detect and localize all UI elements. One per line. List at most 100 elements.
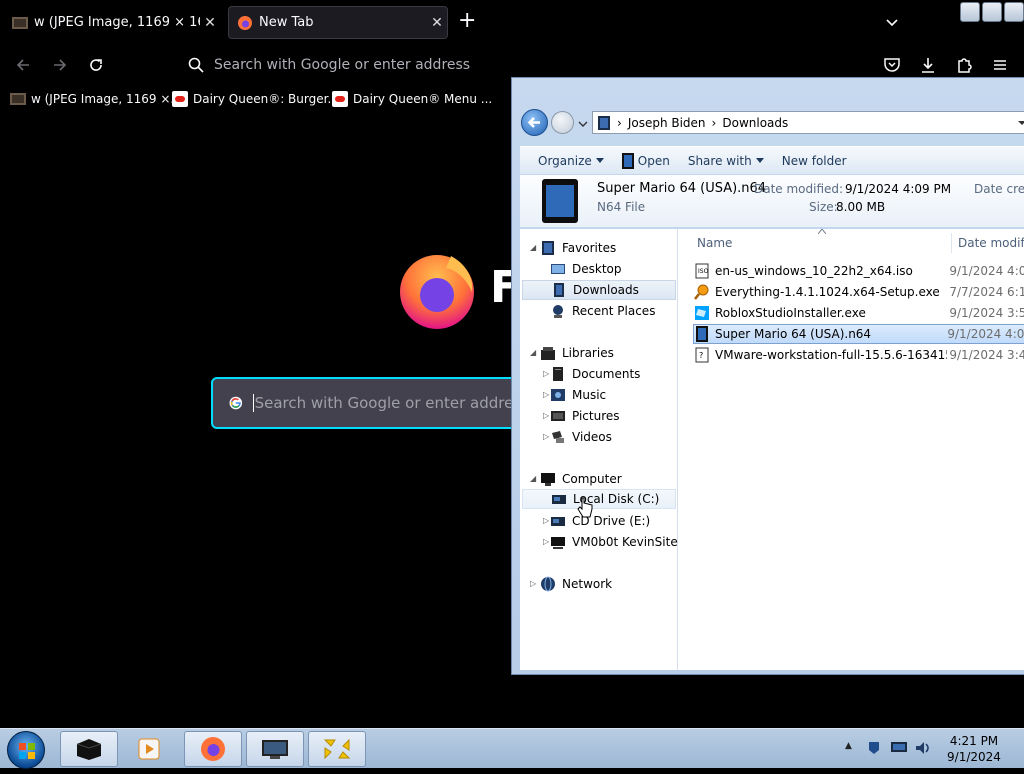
url-bar[interactable]: Search with Google or enter address	[180, 50, 860, 80]
nav-music[interactable]: Music	[550, 385, 606, 405]
menu-icon[interactable]	[990, 55, 1010, 75]
navigation-pane: ◢ Favorites Desktop Downloads Recent Pla…	[520, 229, 678, 670]
installer-icon: ?	[695, 347, 709, 363]
address-dropdown-icon[interactable]	[1017, 119, 1024, 127]
list-all-tabs-icon[interactable]	[884, 14, 900, 30]
extensions-icon[interactable]	[954, 55, 974, 75]
nav-local-disk[interactable]: Local Disk (C:)	[522, 489, 676, 509]
favorites-icon	[542, 241, 554, 255]
nav-libraries[interactable]: Libraries	[540, 343, 614, 363]
nav-videos[interactable]: Videos	[550, 427, 612, 447]
pocket-icon[interactable]	[882, 55, 902, 75]
breadcrumb-separator-icon[interactable]: ›	[712, 116, 717, 130]
taskbar-app-button[interactable]	[308, 731, 366, 767]
bookmark-dairy-queen-menu[interactable]: Dairy Queen® Menu ...	[332, 89, 492, 109]
file-name: VMware-workstation-full-15.5.6-1634150..…	[715, 348, 948, 362]
recent-pages-chevron-icon[interactable]	[578, 120, 588, 128]
libraries-icon	[541, 347, 555, 360]
tab-new-tab[interactable]: New Tab ✕	[228, 6, 448, 39]
bookmark-dairy-queen-burger[interactable]: Dairy Queen®: Burger...	[172, 89, 339, 109]
explorer-icon	[76, 739, 102, 760]
file-name: Super Mario 64 (USA).n64	[715, 327, 872, 341]
column-header-date[interactable]: Date modifie	[951, 233, 1024, 253]
image-thumbnail-icon	[12, 16, 28, 29]
back-arrow-icon[interactable]	[14, 56, 32, 74]
expand-icon[interactable]: ▷	[530, 579, 536, 588]
file-row[interactable]: ISO en-us_windows_10_22h2_x64.iso 9/1/20…	[694, 261, 1024, 281]
new-tab-button[interactable]: +	[458, 10, 476, 32]
taskbar-vm-button[interactable]	[246, 731, 304, 767]
share-with-button[interactable]: Share with	[688, 154, 764, 168]
taskbar-firefox-button[interactable]	[184, 731, 242, 767]
nav-favorites[interactable]: Favorites	[540, 238, 616, 258]
restore-button[interactable]	[982, 2, 1002, 22]
close-tab-icon[interactable]: ✕	[427, 15, 447, 31]
bookmark-label: Dairy Queen®: Burger...	[193, 92, 339, 106]
taskbar: ▲ 4:21 PM 9/1/2024	[0, 728, 1024, 769]
close-tab-icon[interactable]: ✕	[200, 15, 220, 31]
explorer-forward-button[interactable]	[551, 111, 574, 134]
expand-icon[interactable]: ▷	[543, 390, 549, 399]
action-center-icon[interactable]	[866, 740, 882, 756]
explorer-back-button[interactable]	[521, 109, 548, 136]
taskbar-explorer-button[interactable]	[60, 731, 118, 767]
expand-icon[interactable]: ▷	[543, 369, 549, 378]
expand-icon[interactable]: ▷	[543, 432, 549, 441]
tab-title: w (JPEG Image, 1169 × 1626 pixels)	[34, 15, 200, 30]
network-status-icon[interactable]	[890, 740, 908, 756]
breadcrumb-separator-icon[interactable]: ›	[617, 116, 622, 130]
nav-desktop[interactable]: Desktop	[550, 259, 622, 279]
system-clock[interactable]: 4:21 PM 9/1/2024	[944, 733, 1004, 765]
file-row[interactable]: ? VMware-workstation-full-15.5.6-1634150…	[694, 345, 1024, 365]
volume-icon[interactable]	[914, 740, 932, 756]
svg-text:ISO: ISO	[698, 268, 709, 275]
nav-label: Recent Places	[572, 304, 656, 318]
n64-file-icon	[696, 326, 708, 342]
close-window-button[interactable]	[1004, 2, 1024, 22]
taskbar-media-player-button[interactable]	[120, 731, 178, 767]
tab-jpeg-image[interactable]: w (JPEG Image, 1169 × 1626 pixels) ✕	[4, 6, 220, 39]
newtab-search-box[interactable]: Search with Google or enter address	[211, 377, 531, 429]
details-date-value: 9/1/2024 4:09 PM	[845, 182, 952, 196]
bookmark-jpeg-image[interactable]: w (JPEG Image, 1169 ×...	[10, 89, 182, 109]
collapse-icon[interactable]: ◢	[530, 348, 536, 357]
breadcrumb-joseph-biden[interactable]: Joseph Biden	[628, 116, 706, 130]
search-icon	[188, 57, 204, 73]
command-bar: Organize Open Share with New folder	[520, 146, 1024, 174]
collapse-icon[interactable]: ◢	[530, 474, 536, 483]
open-button[interactable]: Open	[621, 152, 670, 169]
organize-button[interactable]: Organize	[538, 154, 604, 168]
nav-computer[interactable]: Computer	[540, 469, 622, 489]
new-folder-button[interactable]: New folder	[782, 154, 847, 168]
nav-downloads[interactable]: Downloads	[522, 280, 676, 300]
address-bar[interactable]: › Joseph Biden › Downloads	[592, 111, 1024, 134]
file-row[interactable]: RobloxStudioInstaller.exe 9/1/2024 3:52	[694, 303, 1024, 323]
file-name: Everything-1.4.1.1024.x64-Setup.exe	[715, 285, 940, 299]
videos-icon	[552, 431, 564, 443]
nav-cd-drive[interactable]: CD Drive (E:)	[550, 511, 650, 531]
file-row[interactable]: Everything-1.4.1.1024.x64-Setup.exe 7/7/…	[694, 282, 1024, 302]
collapse-icon[interactable]: ◢	[530, 243, 536, 252]
expand-icon[interactable]: ▷	[543, 516, 549, 525]
column-header-name[interactable]: Name	[697, 233, 947, 253]
nav-recent-places[interactable]: Recent Places	[550, 301, 655, 321]
expand-icon[interactable]: ▷	[543, 537, 549, 546]
reload-icon[interactable]	[87, 56, 105, 74]
nav-documents[interactable]: Documents	[550, 364, 640, 384]
image-thumbnail-icon	[10, 93, 26, 105]
breadcrumb-downloads[interactable]: Downloads	[722, 116, 788, 130]
organize-label: Organize	[538, 153, 592, 168]
downloads-icon[interactable]	[918, 55, 938, 75]
show-hidden-icons-button[interactable]: ▲	[845, 741, 852, 751]
minimize-button[interactable]	[960, 2, 980, 22]
forward-arrow-icon[interactable]	[51, 56, 69, 74]
nav-vm-share[interactable]: VM0b0t KevinSite	[550, 532, 678, 552]
start-button[interactable]	[7, 731, 45, 769]
bookmark-label: Dairy Queen® Menu ...	[353, 92, 493, 106]
expand-icon[interactable]: ▷	[543, 411, 549, 420]
dairy-queen-icon	[332, 91, 348, 107]
nav-network[interactable]: Network	[540, 574, 612, 594]
file-row-selected[interactable]: Super Mario 64 (USA).n64 9/1/2024 4:09	[693, 324, 1024, 344]
n64-file-large-icon	[542, 179, 578, 223]
nav-pictures[interactable]: Pictures	[550, 406, 620, 426]
